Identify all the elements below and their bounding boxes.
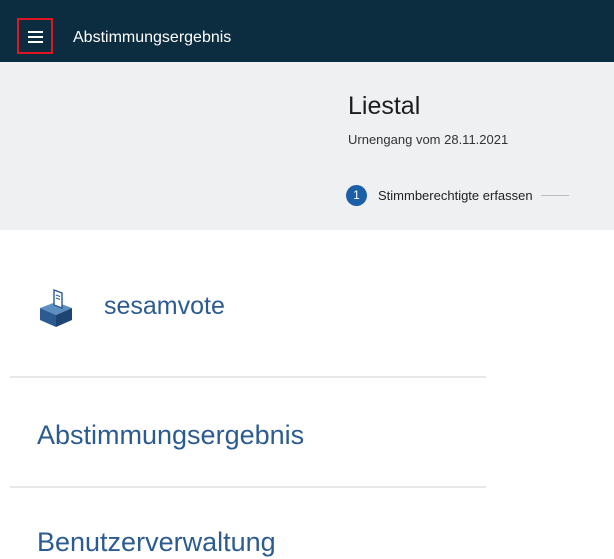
stepper-step-1[interactable]: 1 Stimmberechtigte erfassen	[346, 184, 569, 206]
menu-button[interactable]	[17, 18, 53, 54]
app-title: Abstimmungsergebnis	[73, 29, 232, 46]
brand-name: sesamvote	[104, 292, 225, 320]
brand-link[interactable]: sesamvote	[38, 284, 225, 328]
stepper-connector	[540, 194, 569, 196]
page-title: Liestal	[348, 92, 421, 120]
step-label: Stimmberechtigte erfassen	[378, 187, 533, 203]
step-number-badge: 1	[346, 184, 367, 206]
page-subtitle: Urnengang vom 28.11.2021	[348, 132, 509, 147]
ballot-box-icon	[40, 288, 72, 327]
nav-item-benutzerverwaltung[interactable]: Benutzerverwaltung	[37, 525, 276, 559]
nav-item-abstimmungsergebnis[interactable]: Abstimmungsergebnis	[37, 418, 304, 452]
nav-divider	[10, 376, 486, 378]
hamburger-menu-icon	[28, 31, 43, 43]
top-app-bar: Abstimmungsergebnis	[0, 0, 614, 62]
nav-divider	[10, 486, 486, 488]
